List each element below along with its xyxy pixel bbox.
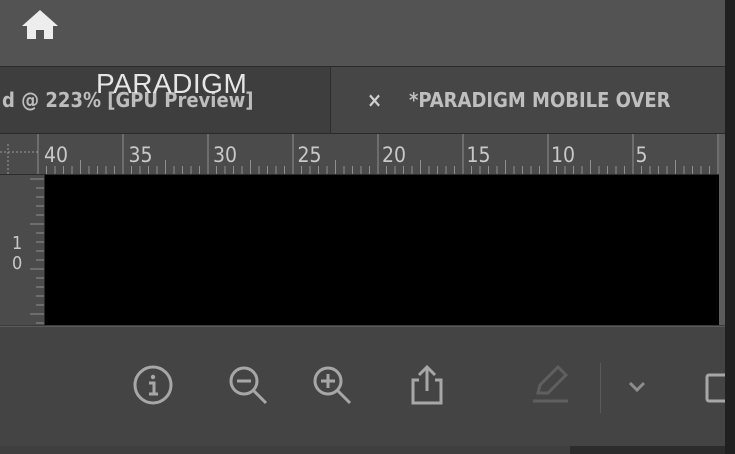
- share-icon[interactable]: [405, 363, 449, 407]
- tab-document-2[interactable]: × *PARADIGM MOBILE OVER: [331, 67, 725, 133]
- horizontal-ruler-label: 30: [213, 143, 237, 167]
- horizontal-ruler-label: 15: [467, 143, 491, 167]
- horizontal-ruler-label: 35: [129, 143, 153, 167]
- horizontal-ruler-label: 20: [382, 143, 406, 167]
- pencil-icon[interactable]: [528, 363, 572, 407]
- scrollbar[interactable]: [719, 134, 725, 325]
- zoom-out-icon[interactable]: [226, 363, 270, 407]
- status-strip: [0, 446, 725, 454]
- horizontal-ruler-label: 10: [551, 143, 575, 167]
- app-header: [0, 0, 725, 67]
- window-edge: [725, 0, 735, 454]
- square-icon[interactable]: [703, 363, 725, 407]
- home-icon[interactable]: [18, 6, 62, 42]
- horizontal-ruler-label: 5: [636, 143, 648, 167]
- tab-label: *PARADIGM MOBILE OVER: [409, 88, 671, 112]
- close-icon[interactable]: ×: [367, 67, 382, 133]
- chevron-down-icon[interactable]: [620, 363, 664, 407]
- info-icon[interactable]: [131, 363, 175, 407]
- vertical-ruler-label: 0: [12, 253, 22, 274]
- vertical-ruler-label: 1: [12, 233, 22, 254]
- artboard-canvas[interactable]: [45, 175, 719, 325]
- horizontal-ruler-label: 40: [44, 143, 68, 167]
- zoom-in-icon[interactable]: [310, 363, 354, 407]
- tab-overlay-label: PARADIGM: [96, 68, 248, 99]
- bottom-toolbar: [0, 326, 725, 447]
- horizontal-ruler-label: 25: [298, 143, 322, 167]
- toolbar-divider: [600, 363, 601, 413]
- tab-document-1[interactable]: d @ 223% [GPU Preview] PARADIGM: [0, 67, 331, 133]
- horizontal-ruler: 40 35 30 25 20 15 10 5: [0, 134, 725, 175]
- document-tabs: d @ 223% [GPU Preview] PARADIGM × *PARAD…: [0, 67, 725, 134]
- vertical-ruler: 1 0: [0, 175, 45, 325]
